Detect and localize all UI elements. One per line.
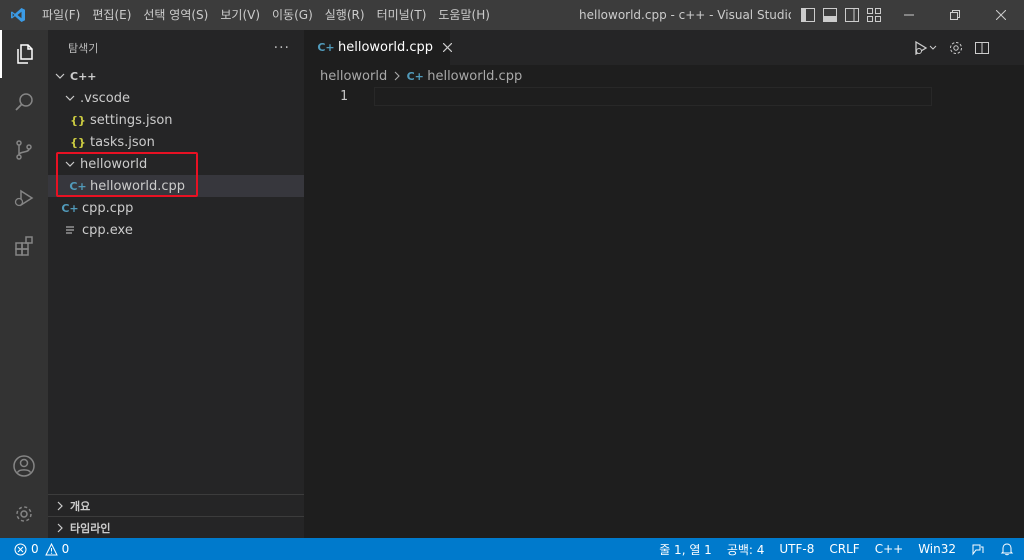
menu-view[interactable]: 보기(V) [214, 0, 266, 30]
chevron-right-icon [393, 71, 401, 81]
menu-run[interactable]: 실행(R) [319, 0, 371, 30]
close-window-icon[interactable] [978, 0, 1024, 30]
explorer-sidebar: 탐색기 ··· C++ .vscode {} settings.json {} … [48, 30, 304, 538]
cpp-file-icon: C+ [406, 69, 424, 83]
notifications-bell-icon[interactable] [1000, 542, 1014, 556]
minimize-icon[interactable] [886, 0, 932, 30]
more-actions-icon[interactable]: ··· [274, 40, 290, 56]
cpp-file-icon: C+ [69, 179, 87, 193]
status-bar: 0 0 줄 1, 열 1 공백: 4 UTF-8 CRLF C++ Win32 [0, 538, 1024, 560]
workspace-root-label: C++ [70, 69, 97, 83]
cpp-file-icon: C+ [317, 41, 335, 54]
tree-folder-helloworld[interactable]: helloworld [48, 153, 304, 175]
layout-controls [800, 0, 882, 30]
platform-config[interactable]: Win32 [918, 542, 956, 556]
explorer-icon[interactable] [0, 30, 48, 78]
breadcrumb: helloworld C+ helloworld.cpp [304, 65, 1024, 87]
run-debug-icon[interactable] [0, 174, 48, 222]
warning-count: 0 [61, 542, 70, 556]
chevron-down-icon [62, 156, 78, 172]
warning-icon [44, 542, 58, 556]
window-title: helloworld.cpp - c++ - Visual Studio C..… [579, 8, 791, 22]
search-icon[interactable] [0, 78, 48, 126]
cpp-file-icon: C+ [61, 201, 79, 215]
tree-file-settings-json[interactable]: {} settings.json [48, 109, 304, 131]
tree-file-tasks-json[interactable]: {} tasks.json [48, 131, 304, 153]
problems-indicator[interactable]: 0 0 [0, 542, 69, 556]
tree-item-label: cpp.cpp [82, 200, 134, 216]
binary-file-icon [62, 222, 78, 238]
json-file-icon: {} [70, 113, 86, 127]
menu-file[interactable]: 파일(F) [36, 0, 86, 30]
menu-terminal[interactable]: 터미널(T) [371, 0, 433, 30]
menu-help[interactable]: 도움말(H) [432, 0, 496, 30]
chevron-down-icon [52, 68, 68, 84]
toggle-primary-sidebar-icon[interactable] [800, 7, 816, 23]
tree-item-label: .vscode [80, 90, 130, 106]
editor-tab-bar: C+ helloworld.cpp [304, 30, 1024, 65]
menu-bar: 파일(F) 편집(E) 선택 영역(S) 보기(V) 이동(G) 실행(R) 터… [36, 0, 496, 30]
chevron-right-icon [52, 498, 68, 514]
account-icon[interactable] [0, 442, 48, 490]
chevron-right-icon [52, 520, 68, 536]
line-number: 1 [340, 89, 348, 104]
settings-gear-icon[interactable] [948, 40, 964, 56]
tree-item-label: tasks.json [90, 134, 155, 150]
breadcrumb-folder[interactable]: helloworld [320, 69, 387, 84]
window-controls [886, 0, 1024, 30]
tree-item-label: helloworld [80, 156, 148, 172]
restore-icon[interactable] [932, 0, 978, 30]
workspace-root[interactable]: C++ [48, 65, 304, 87]
tree-item-label: cpp.exe [82, 222, 133, 238]
menu-selection[interactable]: 선택 영역(S) [137, 0, 214, 30]
outline-label: 개요 [70, 499, 91, 513]
menu-go[interactable]: 이동(G) [266, 0, 319, 30]
menu-edit[interactable]: 편집(E) [86, 0, 137, 30]
error-count: 0 [31, 542, 39, 556]
tree-file-cpp-exe[interactable]: cpp.exe [48, 219, 304, 241]
outline-section[interactable]: 개요 [48, 494, 304, 516]
chevron-down-icon [62, 90, 78, 106]
timeline-label: 타임라인 [70, 521, 111, 535]
editor-actions [914, 30, 1024, 65]
vscode-logo-icon [0, 0, 36, 30]
customize-layout-icon[interactable] [866, 7, 882, 23]
tree-file-cpp-cpp[interactable]: C+ cpp.cpp [48, 197, 304, 219]
title-bar: 파일(F) 편집(E) 선택 영역(S) 보기(V) 이동(G) 실행(R) 터… [0, 0, 1024, 30]
line-ending[interactable]: CRLF [829, 542, 859, 556]
error-icon [14, 543, 27, 556]
split-editor-icon[interactable] [974, 40, 990, 56]
current-line-highlight [374, 87, 932, 106]
timeline-section[interactable]: 타임라인 [48, 516, 304, 538]
close-tab-icon[interactable] [443, 43, 452, 52]
code-editor[interactable]: 1 [304, 87, 1024, 538]
tab-label: helloworld.cpp [338, 40, 433, 55]
manage-gear-icon[interactable] [0, 490, 48, 538]
toggle-panel-icon[interactable] [822, 7, 838, 23]
feedback-icon[interactable] [971, 542, 985, 556]
explorer-header: 탐색기 ··· [48, 30, 304, 65]
cursor-position[interactable]: 줄 1, 열 1 [659, 541, 712, 558]
tree-file-helloworld-cpp[interactable]: C+ helloworld.cpp [48, 175, 304, 197]
source-control-icon[interactable] [0, 126, 48, 174]
encoding[interactable]: UTF-8 [779, 542, 814, 556]
status-bar-right: 줄 1, 열 1 공백: 4 UTF-8 CRLF C++ Win32 [659, 538, 1014, 560]
extensions-icon[interactable] [0, 222, 48, 270]
run-file-icon[interactable] [914, 40, 938, 56]
tree-item-label: settings.json [90, 112, 173, 128]
tab-helloworld-cpp[interactable]: C+ helloworld.cpp [304, 30, 452, 65]
json-file-icon: {} [70, 135, 86, 149]
indentation[interactable]: 공백: 4 [727, 541, 765, 558]
explorer-title: 탐색기 [68, 41, 99, 55]
tree-item-label: helloworld.cpp [90, 178, 185, 194]
language-mode[interactable]: C++ [875, 542, 904, 556]
activity-bar [0, 30, 48, 538]
toggle-secondary-sidebar-icon[interactable] [844, 7, 860, 23]
tree-folder-vscode[interactable]: .vscode [48, 87, 304, 109]
breadcrumb-file[interactable]: helloworld.cpp [427, 69, 522, 84]
